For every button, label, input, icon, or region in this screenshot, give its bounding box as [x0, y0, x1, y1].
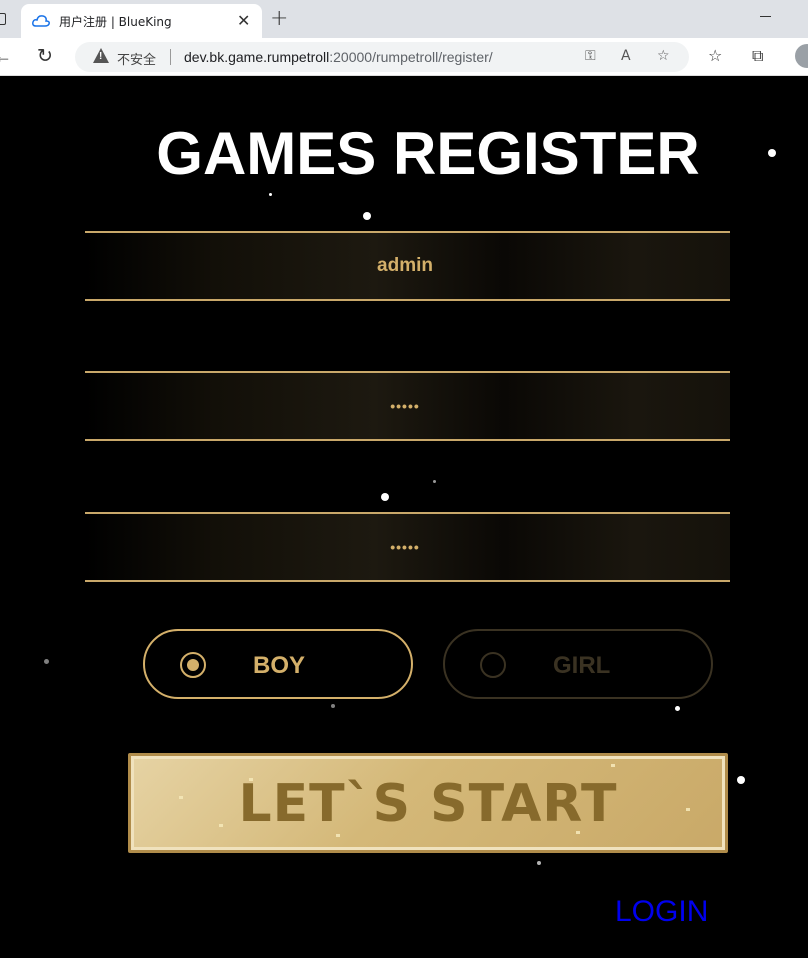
gender-girl-option[interactable]: GIRL [443, 629, 713, 699]
username-field[interactable]: admin [85, 231, 730, 301]
reload-icon[interactable]: ↻ [37, 45, 53, 67]
star-particle [737, 776, 745, 784]
read-aloud-icon[interactable]: A [621, 48, 631, 64]
confirm-password-value[interactable]: ••••• [85, 514, 725, 580]
username-value[interactable]: admin [85, 233, 725, 299]
key-icon[interactable]: ⚿ [585, 48, 596, 64]
star-particle [269, 193, 272, 196]
profile-avatar[interactable] [795, 44, 808, 68]
star-particle [44, 659, 49, 664]
address-bar: ← ↻ ! 不安全 dev.bk.game.rumpetroll:20000/r… [0, 38, 808, 76]
star-particle [433, 480, 436, 483]
url-text[interactable]: dev.bk.game.rumpetroll:20000/rumpetroll/… [184, 49, 493, 65]
login-link[interactable]: LOGIN [615, 895, 708, 929]
browser-tab[interactable]: 用户注册 | BlueKing ✕ [21, 4, 262, 38]
cloud-icon [32, 15, 50, 27]
gender-boy-label: BOY [253, 652, 306, 679]
browser-tab-bar: 用户注册 | BlueKing ✕ + [0, 0, 808, 38]
collections-icon[interactable]: ⧉ [752, 46, 763, 66]
favorites-icon[interactable]: ☆ [708, 46, 722, 65]
security-label[interactable]: 不安全 [117, 49, 156, 68]
start-button-label: LET`S START [238, 774, 618, 834]
radio-selected-icon[interactable] [180, 652, 206, 678]
favorite-add-icon[interactable]: ☆ [657, 48, 670, 64]
radio-unselected-icon[interactable] [480, 652, 506, 678]
divider [170, 49, 171, 65]
star-particle [331, 704, 335, 708]
star-particle [363, 212, 371, 220]
password-value[interactable]: ••••• [85, 373, 725, 439]
star-particle [537, 861, 541, 865]
register-page: GAMES REGISTER admin ••••• ••••• BOY GIR… [0, 77, 808, 958]
password-field[interactable]: ••••• [85, 371, 730, 441]
back-icon[interactable]: ← [0, 46, 12, 67]
star-particle [675, 706, 680, 711]
confirm-password-field[interactable]: ••••• [85, 512, 730, 582]
gender-boy-option[interactable]: BOY [143, 629, 413, 699]
start-button[interactable]: LET`S START [128, 753, 728, 853]
tab-title: 用户注册 | BlueKing [59, 15, 172, 29]
new-tab-icon[interactable]: + [270, 6, 288, 31]
tab-close-icon[interactable]: ✕ [237, 11, 250, 30]
url-field[interactable]: ! 不安全 dev.bk.game.rumpetroll:20000/rumpe… [75, 42, 689, 72]
minimize-icon[interactable] [760, 16, 771, 17]
tab-actions-icon[interactable] [0, 13, 6, 25]
star-particle [381, 493, 389, 501]
page-title: GAMES REGISTER [156, 120, 700, 187]
gender-girl-label: GIRL [553, 652, 611, 679]
